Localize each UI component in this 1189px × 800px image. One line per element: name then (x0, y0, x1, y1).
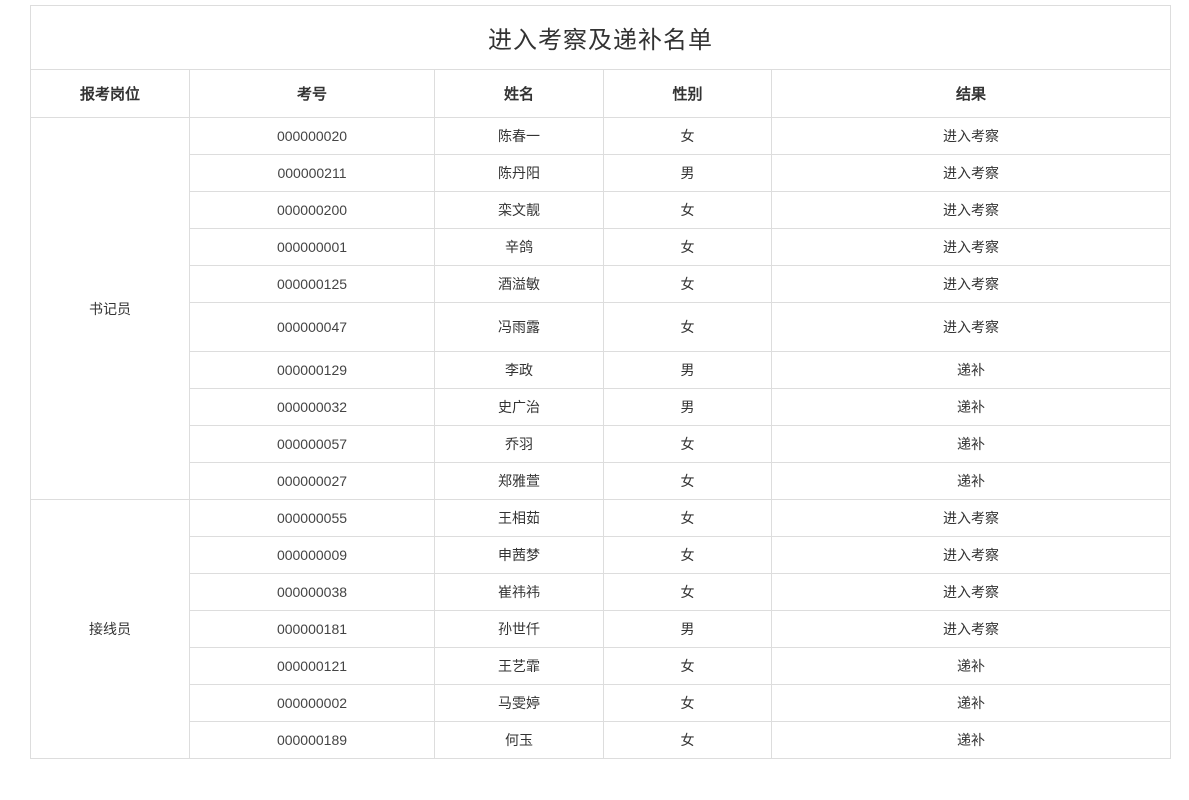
table-row: 000000002 马雯婷 女 递补 (31, 684, 1172, 722)
name-cell: 辛鸽 (434, 228, 604, 266)
gender-cell: 男 (603, 351, 772, 389)
gender-cell: 男 (603, 154, 772, 192)
name-cell: 孙世仟 (434, 610, 604, 648)
header-gender: 性别 (603, 69, 772, 118)
result-cell: 递补 (770, 462, 1172, 500)
name-cell: 栾文靓 (434, 191, 604, 229)
table-title-row: 进入考察及递补名单 (29, 5, 1172, 70)
position-cell: 接线员 (30, 499, 190, 759)
gender-cell: 男 (603, 610, 772, 648)
exam-number-cell: 000000055 (189, 499, 435, 537)
result-cell: 递补 (770, 425, 1172, 463)
table-row: 000000211 陈丹阳 男 进入考察 (31, 154, 1172, 192)
exam-number-cell: 000000121 (189, 647, 435, 685)
name-cell: 王艺霏 (434, 647, 604, 685)
gender-cell: 女 (603, 302, 772, 352)
name-cell: 郑雅萱 (434, 462, 604, 500)
exam-number-cell: 000000001 (189, 228, 435, 266)
exam-number-cell: 000000027 (189, 462, 435, 500)
header-result: 结果 (770, 69, 1172, 118)
gender-cell: 女 (603, 191, 772, 229)
exam-number-cell: 000000129 (189, 351, 435, 389)
results-table-container: 进入考察及递补名单 报考岗位 考号 姓名 性别 结果 书记员 000000020… (29, 5, 1172, 759)
name-cell: 崔祎祎 (434, 573, 604, 611)
gender-cell: 女 (603, 647, 772, 685)
result-cell: 进入考察 (770, 302, 1172, 352)
name-cell: 酒溢敏 (434, 265, 604, 303)
gender-cell: 男 (603, 388, 772, 426)
name-cell: 陈丹阳 (434, 154, 604, 192)
result-cell: 递补 (770, 721, 1172, 759)
result-cell: 进入考察 (770, 228, 1172, 266)
position-cell: 书记员 (30, 117, 190, 500)
name-cell: 何玉 (434, 721, 604, 759)
result-cell: 递补 (770, 351, 1172, 389)
exam-number-cell: 000000038 (189, 573, 435, 611)
result-cell: 进入考察 (770, 499, 1172, 537)
table-row: 000000121 王艺霏 女 递补 (31, 647, 1172, 685)
table-header-row: 报考岗位 考号 姓名 性别 结果 (30, 69, 1172, 118)
gender-cell: 女 (603, 117, 772, 155)
table-row: 000000027 郑雅萱 女 递补 (31, 462, 1172, 500)
exam-number-cell: 000000009 (189, 536, 435, 574)
header-name: 姓名 (434, 69, 604, 118)
header-position: 报考岗位 (30, 69, 190, 118)
header-exam-number: 考号 (189, 69, 435, 118)
table-row: 000000200 栾文靓 女 进入考察 (31, 191, 1172, 229)
result-cell: 递补 (770, 684, 1172, 722)
exam-number-cell: 000000002 (189, 684, 435, 722)
result-cell: 进入考察 (770, 117, 1172, 155)
result-cell: 进入考察 (770, 573, 1172, 611)
name-cell: 陈春一 (434, 117, 604, 155)
exam-number-cell: 000000047 (189, 302, 435, 352)
result-cell: 进入考察 (770, 154, 1172, 192)
table-row: 000000189 何玉 女 递补 (31, 721, 1172, 759)
gender-cell: 女 (603, 536, 772, 574)
table-row: 000000181 孙世仟 男 进入考察 (31, 610, 1172, 648)
result-cell: 进入考察 (770, 191, 1172, 229)
name-cell: 李政 (434, 351, 604, 389)
gender-cell: 女 (603, 499, 772, 537)
gender-cell: 女 (603, 265, 772, 303)
name-cell: 史广治 (434, 388, 604, 426)
gender-cell: 女 (603, 462, 772, 500)
results-table: 进入考察及递补名单 报考岗位 考号 姓名 性别 结果 书记员 000000020… (29, 5, 1172, 759)
name-cell: 冯雨露 (434, 302, 604, 352)
exam-number-cell: 000000181 (189, 610, 435, 648)
table-row: 000000038 崔祎祎 女 进入考察 (31, 573, 1172, 611)
exam-number-cell: 000000200 (189, 191, 435, 229)
gender-cell: 女 (603, 228, 772, 266)
table-row: 000000129 李政 男 递补 (31, 351, 1172, 389)
gender-cell: 女 (603, 721, 772, 759)
exam-number-cell: 000000211 (189, 154, 435, 192)
table-row: 000000057 乔羽 女 递补 (31, 425, 1172, 463)
name-cell: 申茜梦 (434, 536, 604, 574)
table-title: 进入考察及递补名单 (29, 5, 1172, 70)
name-cell: 乔羽 (434, 425, 604, 463)
result-cell: 进入考察 (770, 536, 1172, 574)
result-cell: 递补 (770, 388, 1172, 426)
table-row: 书记员 000000020 陈春一 女 进入考察 (30, 117, 1172, 500)
table-row: 000000009 申茜梦 女 进入考察 (31, 536, 1172, 574)
exam-number-cell: 000000032 (189, 388, 435, 426)
exam-number-cell: 000000189 (189, 721, 435, 759)
table-row: 000000047 冯雨露 女 进入考察 (31, 302, 1172, 352)
gender-cell: 女 (603, 425, 772, 463)
table-row: 接线员 000000055 王相茹 女 进入考察 (30, 499, 1172, 759)
result-cell: 进入考察 (770, 610, 1172, 648)
exam-number-cell: 000000125 (189, 265, 435, 303)
gender-cell: 女 (603, 573, 772, 611)
table-row: 000000001 辛鸽 女 进入考察 (31, 228, 1172, 266)
result-cell: 进入考察 (770, 265, 1172, 303)
name-cell: 王相茹 (434, 499, 604, 537)
result-cell: 递补 (770, 647, 1172, 685)
table-row: 000000032 史广治 男 递补 (31, 388, 1172, 426)
table-row: 000000125 酒溢敏 女 进入考察 (31, 265, 1172, 303)
exam-number-cell: 000000020 (189, 117, 435, 155)
exam-number-cell: 000000057 (189, 425, 435, 463)
name-cell: 马雯婷 (434, 684, 604, 722)
gender-cell: 女 (603, 684, 772, 722)
